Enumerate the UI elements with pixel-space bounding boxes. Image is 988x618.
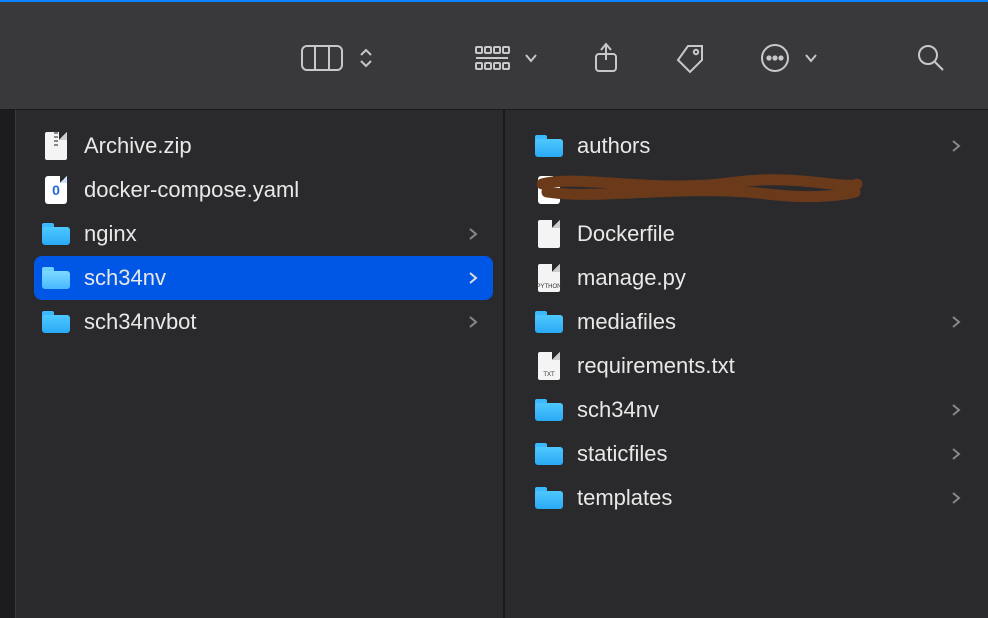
file-icon-slot bbox=[42, 220, 70, 248]
folder-icon bbox=[42, 311, 70, 333]
tags-button[interactable] bbox=[674, 42, 706, 74]
file-icon-slot bbox=[42, 132, 70, 160]
chevron-right-icon bbox=[946, 491, 966, 505]
folder-icon bbox=[535, 443, 563, 465]
file-row[interactable]: nginx bbox=[34, 212, 493, 256]
folder-icon bbox=[535, 487, 563, 509]
file-row[interactable]: templates bbox=[527, 476, 976, 520]
chevron-right-icon bbox=[463, 271, 483, 285]
group-by-button[interactable] bbox=[474, 45, 538, 71]
file-row[interactable]: 0 bbox=[527, 168, 976, 212]
file-row[interactable]: PYTHON manage.py bbox=[527, 256, 976, 300]
file-icon-slot bbox=[535, 440, 563, 468]
file-row[interactable]: TXT requirements.txt bbox=[527, 344, 976, 388]
zip-file-icon bbox=[45, 132, 67, 160]
file-row[interactable]: mediafiles bbox=[527, 300, 976, 344]
yaml-file-icon: 0 bbox=[538, 176, 560, 204]
folder-icon bbox=[535, 311, 563, 333]
chevron-right-icon bbox=[463, 227, 483, 241]
tag-icon bbox=[674, 42, 706, 74]
file-row[interactable]: sch34nv bbox=[34, 256, 493, 300]
share-button[interactable] bbox=[592, 42, 620, 74]
file-icon-slot bbox=[535, 308, 563, 336]
search-button[interactable] bbox=[916, 43, 946, 73]
chevron-right-icon bbox=[946, 403, 966, 417]
file-name-label: docker-compose.yaml bbox=[84, 177, 449, 203]
file-row[interactable]: 0 docker-compose.yaml bbox=[34, 168, 493, 212]
file-name-label: sch34nv bbox=[577, 397, 932, 423]
folder-icon bbox=[42, 267, 70, 289]
file-icon-slot bbox=[535, 220, 563, 248]
sidebar-edge bbox=[0, 110, 16, 618]
file-icon-slot bbox=[42, 264, 70, 292]
file-name-label: authors bbox=[577, 133, 932, 159]
file-icon-slot: TXT bbox=[535, 352, 563, 380]
file-icon-slot bbox=[535, 484, 563, 512]
finder-column-1: authors 0 Dockerfile PYTHON manage.py mediafi… bbox=[504, 110, 988, 618]
file-icon-slot: 0 bbox=[42, 176, 70, 204]
file-name-label: sch34nv bbox=[84, 265, 449, 291]
file-row[interactable]: Dockerfile bbox=[527, 212, 976, 256]
folder-icon bbox=[535, 135, 563, 157]
file-row[interactable]: staticfiles bbox=[527, 432, 976, 476]
file-name-label: staticfiles bbox=[577, 441, 932, 467]
more-actions-button[interactable] bbox=[760, 43, 818, 73]
file-row[interactable]: authors bbox=[527, 124, 976, 168]
file-icon-slot bbox=[535, 396, 563, 424]
file-name-label: Dockerfile bbox=[577, 221, 932, 247]
yaml-file-icon: 0 bbox=[45, 176, 67, 204]
file-name-label: manage.py bbox=[577, 265, 932, 291]
folder-icon bbox=[535, 399, 563, 421]
column-view: Archive.zip 0 docker-compose.yaml nginx sch3… bbox=[0, 110, 988, 618]
file-name-label: templates bbox=[577, 485, 932, 511]
redaction-scribble bbox=[537, 164, 867, 208]
text-file-icon: TXT bbox=[538, 352, 560, 380]
file-name-label: nginx bbox=[84, 221, 449, 247]
file-name-label: mediafiles bbox=[577, 309, 932, 335]
file-name-label: sch34nvbot bbox=[84, 309, 449, 335]
file-row[interactable]: sch34nv bbox=[527, 388, 976, 432]
python-file-icon: PYTHON bbox=[538, 264, 560, 292]
file-icon-slot bbox=[42, 308, 70, 336]
chevron-down-icon bbox=[524, 53, 538, 63]
chevron-right-icon bbox=[463, 315, 483, 329]
columns-view-icon bbox=[300, 43, 344, 73]
file-row[interactable]: Archive.zip bbox=[34, 124, 493, 168]
file-icon-slot bbox=[535, 132, 563, 160]
file-icon-slot: 0 bbox=[535, 176, 563, 204]
toolbar bbox=[0, 6, 988, 110]
file-name-label: requirements.txt bbox=[577, 353, 932, 379]
share-icon bbox=[592, 42, 620, 74]
chevron-down-icon bbox=[804, 53, 818, 63]
view-switcher-button[interactable] bbox=[300, 43, 374, 73]
file-icon bbox=[538, 220, 560, 248]
finder-column-0: Archive.zip 0 docker-compose.yaml nginx sch3… bbox=[0, 110, 504, 618]
chevron-right-icon bbox=[946, 315, 966, 329]
ellipsis-circle-icon bbox=[760, 43, 790, 73]
chevron-right-icon bbox=[946, 139, 966, 153]
folder-icon bbox=[42, 223, 70, 245]
chevron-up-down-icon bbox=[358, 46, 374, 70]
chevron-right-icon bbox=[946, 447, 966, 461]
file-icon-slot: PYTHON bbox=[535, 264, 563, 292]
group-icon bbox=[474, 45, 510, 71]
file-row[interactable]: sch34nvbot bbox=[34, 300, 493, 344]
file-name-label: Archive.zip bbox=[84, 133, 449, 159]
search-icon bbox=[916, 43, 946, 73]
